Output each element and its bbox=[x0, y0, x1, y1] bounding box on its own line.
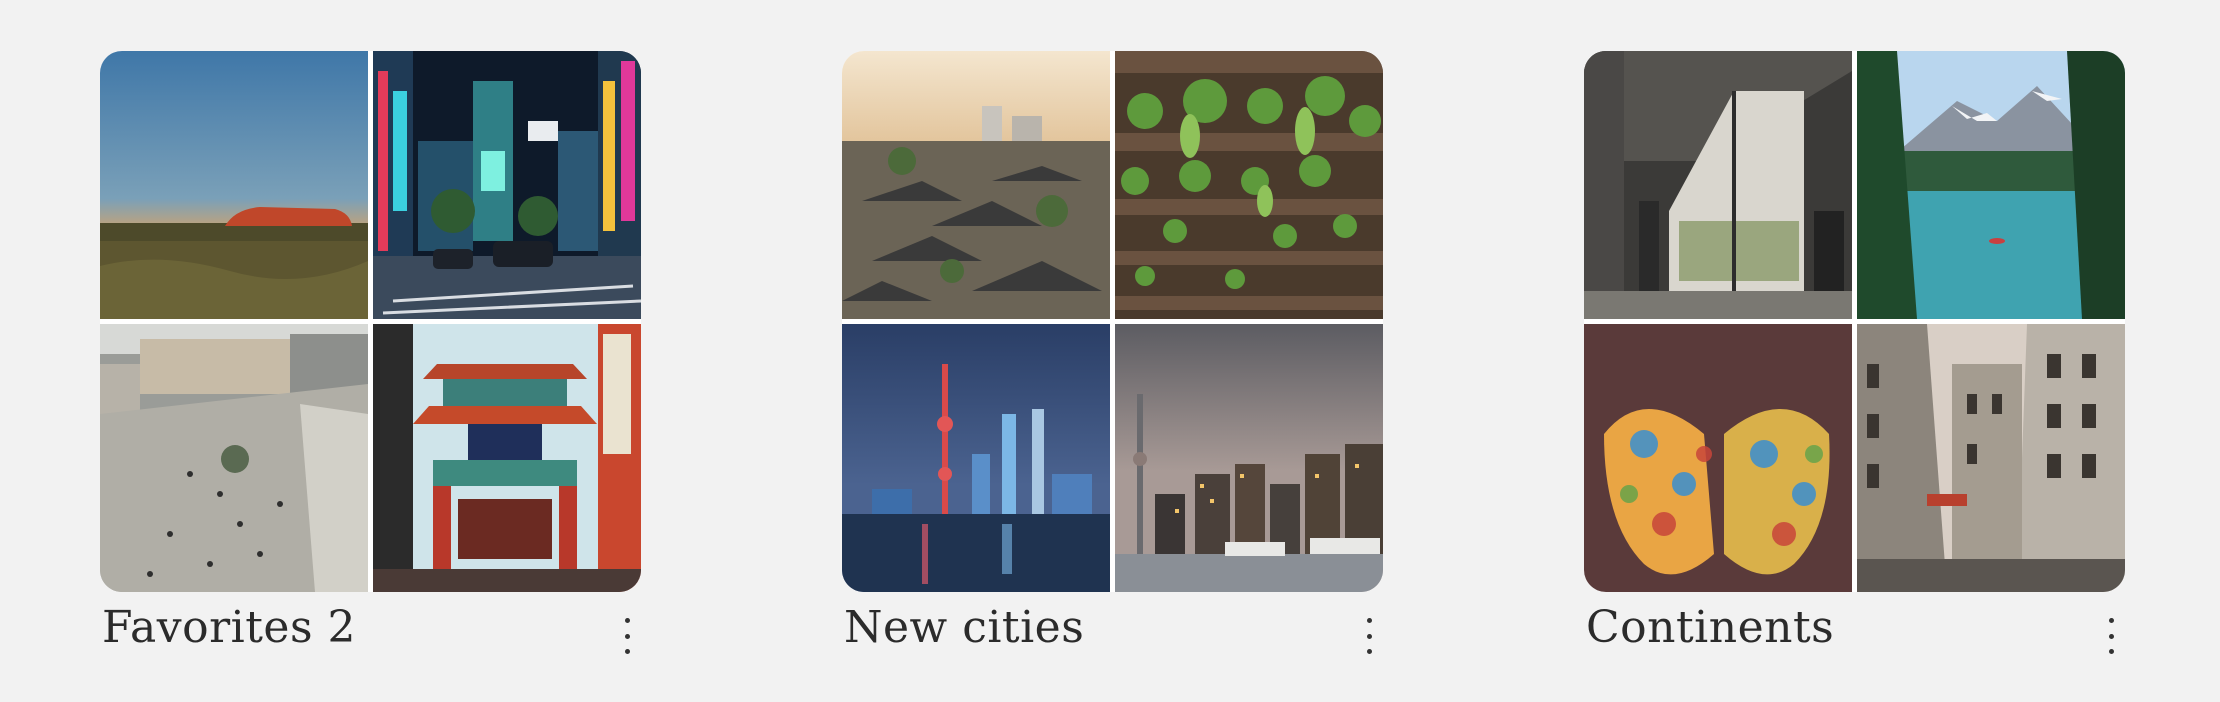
photo-thumbnail[interactable] bbox=[842, 51, 1110, 319]
collection-title[interactable]: Continents bbox=[1586, 602, 1834, 653]
collections-row: Favorites 2 New cities Continents bbox=[0, 0, 2220, 702]
photo-thumbnail[interactable] bbox=[100, 51, 368, 319]
collection-footer: New cities bbox=[842, 592, 1383, 672]
mountain-lake-photo bbox=[1857, 51, 2125, 319]
collection-footer: Continents bbox=[1584, 592, 2125, 672]
rooftops-sunset-photo bbox=[842, 51, 1110, 319]
collection-photo-grid[interactable] bbox=[1584, 51, 2125, 592]
desert-rock-photo bbox=[100, 51, 368, 319]
plaza-aerial-photo bbox=[100, 324, 368, 592]
photo-thumbnail[interactable] bbox=[1115, 51, 1383, 319]
collection-photo-grid[interactable] bbox=[100, 51, 641, 592]
more-vertical-icon[interactable] bbox=[617, 618, 637, 654]
interior-window-photo bbox=[1584, 51, 1852, 319]
photo-thumbnail[interactable] bbox=[373, 324, 641, 592]
collection-card-continents[interactable]: Continents bbox=[1584, 51, 2125, 672]
photo-thumbnail[interactable] bbox=[1115, 324, 1383, 592]
collection-photo-grid[interactable] bbox=[842, 51, 1383, 592]
collection-footer: Favorites 2 bbox=[100, 592, 641, 672]
neon-street-photo bbox=[373, 51, 641, 319]
photo-thumbnail[interactable] bbox=[1584, 51, 1852, 319]
paris-street-photo bbox=[1857, 324, 2125, 592]
collection-title[interactable]: New cities bbox=[844, 602, 1084, 653]
collection-title[interactable]: Favorites 2 bbox=[102, 602, 356, 653]
shanghai-skyline-photo bbox=[842, 324, 1110, 592]
grape-vine-photo bbox=[1115, 51, 1383, 319]
collection-card-favorites-2[interactable]: Favorites 2 bbox=[100, 51, 641, 672]
photo-thumbnail[interactable] bbox=[842, 324, 1110, 592]
chinatown-gate-photo bbox=[373, 324, 641, 592]
photo-thumbnail[interactable] bbox=[1857, 51, 2125, 319]
photo-thumbnail[interactable] bbox=[1584, 324, 1852, 592]
more-vertical-icon[interactable] bbox=[1359, 618, 1379, 654]
photo-thumbnail[interactable] bbox=[100, 324, 368, 592]
toronto-skyline-photo bbox=[1115, 324, 1383, 592]
colored-hands-photo bbox=[1584, 324, 1852, 592]
collection-card-new-cities[interactable]: New cities bbox=[842, 51, 1383, 672]
more-vertical-icon[interactable] bbox=[2101, 618, 2121, 654]
photo-thumbnail[interactable] bbox=[373, 51, 641, 319]
photo-thumbnail[interactable] bbox=[1857, 324, 2125, 592]
